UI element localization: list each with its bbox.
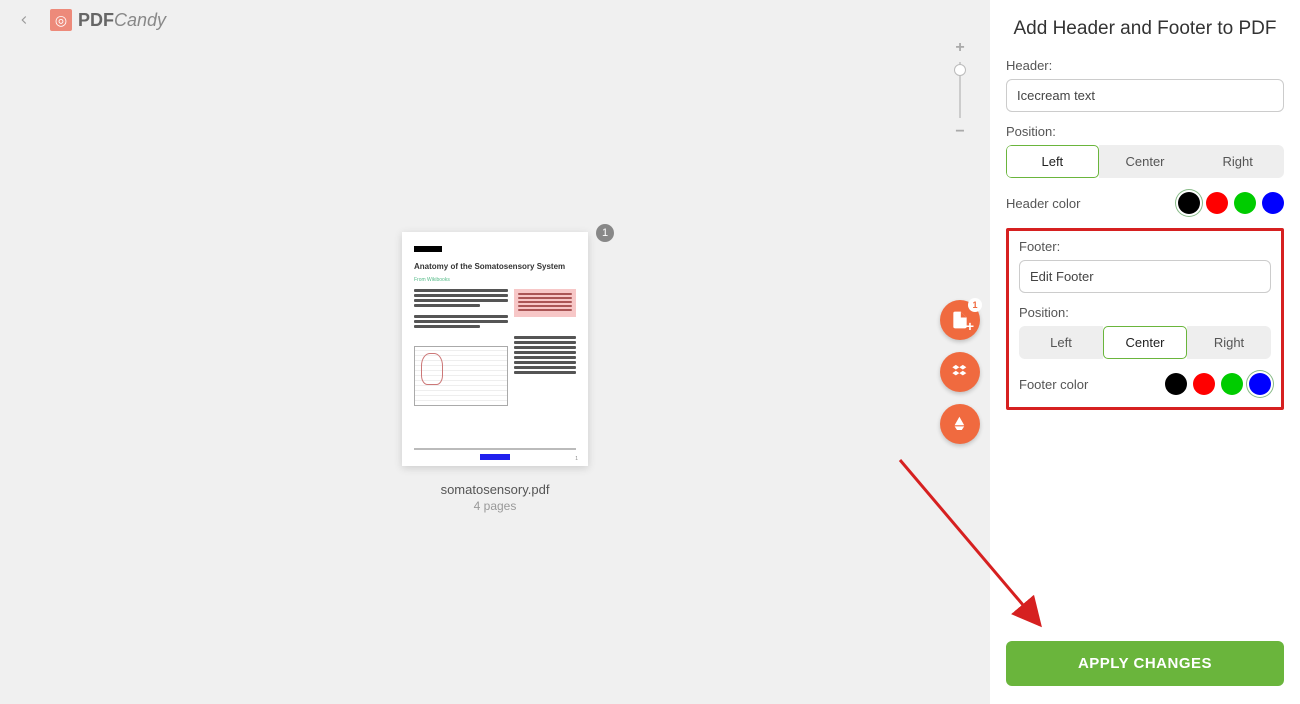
footer-color-label: Footer color — [1019, 377, 1088, 392]
footer-pos-left[interactable]: Left — [1019, 326, 1103, 359]
footer-input[interactable] — [1019, 260, 1271, 293]
header-pos-center[interactable]: Center — [1099, 145, 1192, 178]
page-card[interactable]: 1 Anatomy of the Somatosensory System Fr… — [402, 232, 588, 513]
add-file-badge: 1 — [968, 298, 982, 312]
footer-color-black[interactable] — [1165, 373, 1187, 395]
header-preview-mark — [414, 246, 442, 252]
footer-pos-right[interactable]: Right — [1187, 326, 1271, 359]
add-file-button[interactable]: + 1 — [940, 300, 980, 340]
footer-pos-center[interactable]: Center — [1103, 326, 1187, 359]
back-button[interactable] — [12, 8, 36, 32]
header-color-red[interactable] — [1206, 192, 1228, 214]
footer-section-highlight: Footer: Position: Left Center Right Foot… — [1006, 228, 1284, 410]
header-color-black[interactable] — [1178, 192, 1200, 214]
doc-title: Anatomy of the Somatosensory System — [414, 262, 576, 271]
sidebar-title: Add Header and Footer to PDF — [1006, 18, 1284, 40]
header-position-label: Position: — [1006, 124, 1284, 139]
google-drive-button[interactable] — [940, 404, 980, 444]
footer-position-segment: Left Center Right — [1019, 326, 1271, 359]
file-name: somatosensory.pdf — [402, 482, 588, 497]
file-pages: 4 pages — [402, 499, 588, 513]
brand-text: PDFCandy — [78, 10, 166, 31]
footer-label: Footer: — [1019, 239, 1271, 254]
header-pos-right[interactable]: Right — [1191, 145, 1284, 178]
footer-color-blue[interactable] — [1249, 373, 1271, 395]
header-input[interactable] — [1006, 79, 1284, 112]
header-label: Header: — [1006, 58, 1284, 73]
brand-logo-group: ◎ PDFCandy — [50, 9, 166, 31]
page-thumbnail[interactable]: Anatomy of the Somatosensory System From… — [402, 232, 588, 466]
header-pos-left[interactable]: Left — [1006, 145, 1099, 178]
settings-sidebar: Add Header and Footer to PDF Header: Pos… — [990, 0, 1300, 704]
apply-changes-button[interactable]: APPLY CHANGES — [1006, 641, 1284, 686]
header-color-blue[interactable] — [1262, 192, 1284, 214]
diagram-illustration — [414, 346, 508, 406]
page-number-badge: 1 — [596, 224, 614, 242]
header-color-label: Header color — [1006, 196, 1080, 211]
preview-area: 1 Anatomy of the Somatosensory System Fr… — [0, 40, 990, 704]
header-position-segment: Left Center Right — [1006, 145, 1284, 178]
doc-subtitle: From Wikibooks — [414, 277, 576, 283]
dropbox-button[interactable] — [940, 352, 980, 392]
footer-color-red[interactable] — [1193, 373, 1215, 395]
footer-position-label: Position: — [1019, 305, 1271, 320]
brand-logo-icon: ◎ — [50, 9, 72, 31]
header-color-green[interactable] — [1234, 192, 1256, 214]
footer-color-green[interactable] — [1221, 373, 1243, 395]
footer-preview-mark — [480, 454, 510, 460]
